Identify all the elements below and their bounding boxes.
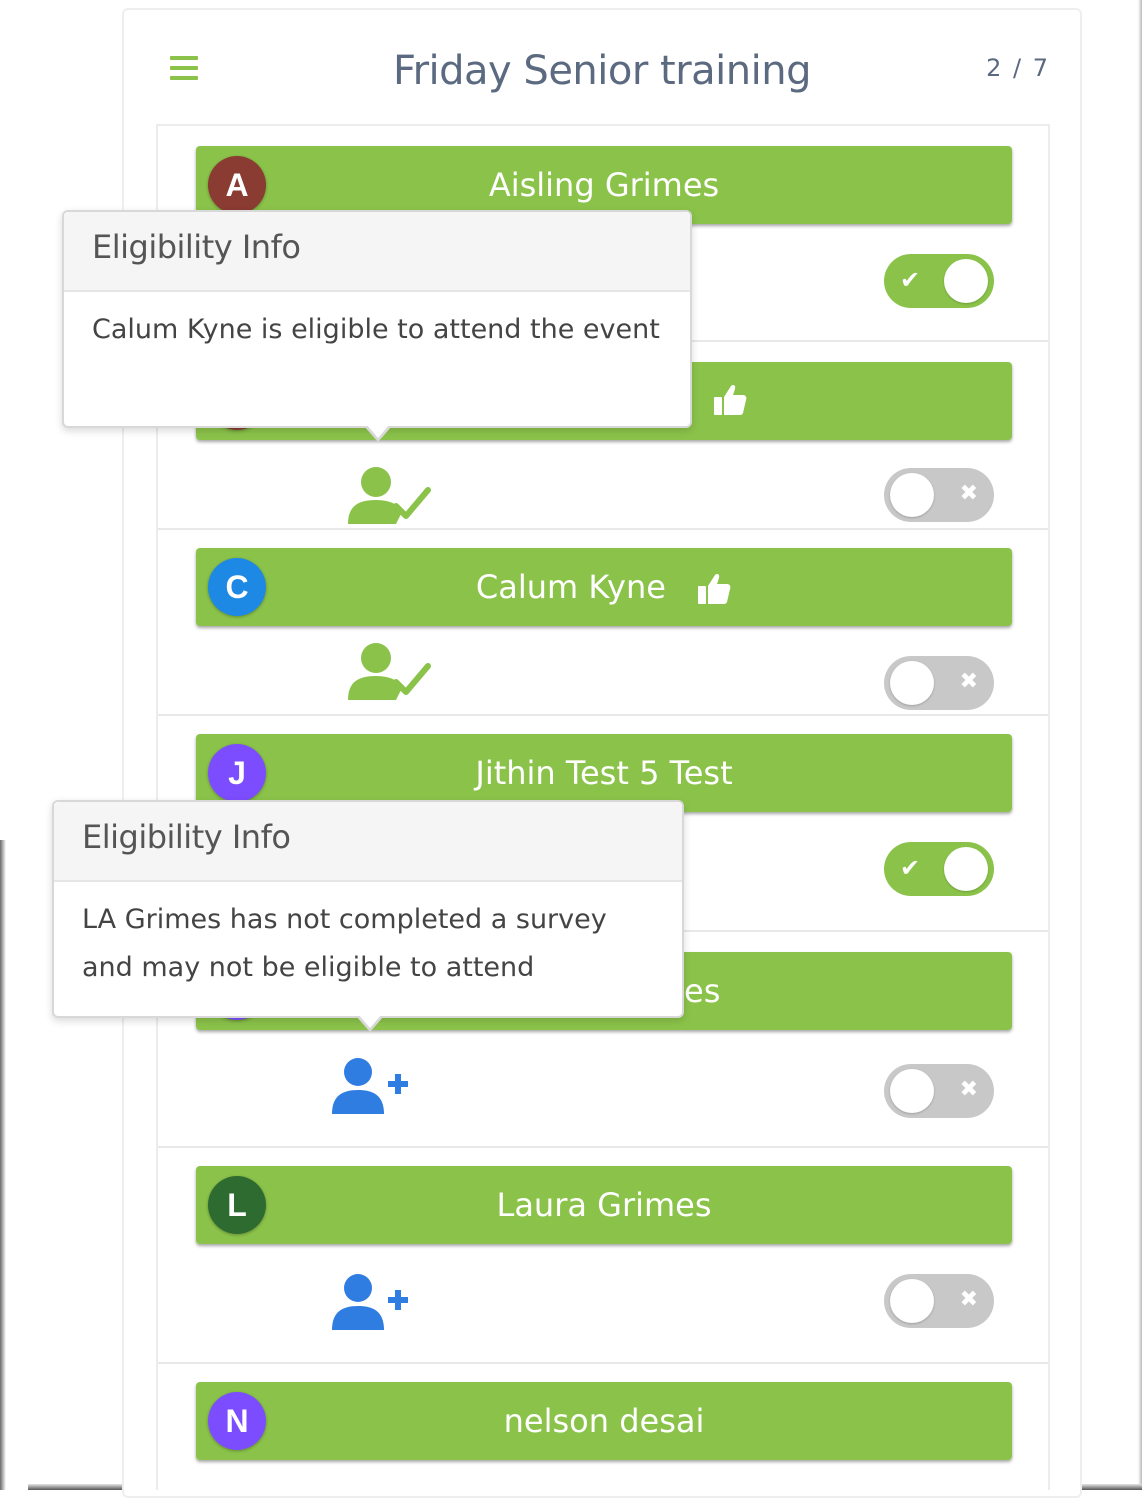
- attendance-toggle[interactable]: ✔: [884, 254, 994, 308]
- check-icon: ✔: [900, 854, 921, 882]
- window-edge-right: [1138, 0, 1142, 1490]
- thumbs-up-icon: [698, 574, 731, 604]
- avatar: L: [208, 1176, 266, 1234]
- toggle-knob: [944, 259, 988, 303]
- attendance-toggle[interactable]: ✔: [884, 842, 994, 896]
- user-check-icon[interactable]: [346, 638, 432, 702]
- tooltip-title: Eligibility Info: [54, 802, 682, 882]
- list-item: N nelson desai: [158, 1364, 1048, 1492]
- attendance-toggle[interactable]: ✖: [884, 1274, 994, 1328]
- member-name: Calum Kyne: [475, 568, 666, 606]
- attendance-toggle[interactable]: ✖: [884, 1064, 994, 1118]
- tooltip-arrow: [364, 424, 392, 442]
- toggle-knob: [890, 1279, 934, 1323]
- page-count: 2 / 7: [986, 54, 1050, 82]
- member-name: es: [684, 972, 721, 1010]
- check-icon: ✔: [900, 266, 921, 294]
- x-icon: ✖: [959, 669, 978, 694]
- list-item: C Calum Kyne ✖: [158, 530, 1048, 716]
- thumbs-up-icon: [714, 385, 747, 415]
- x-icon: ✖: [959, 481, 978, 506]
- member-name: Laura Grimes: [496, 1186, 712, 1224]
- user-plus-icon[interactable]: [332, 1056, 412, 1116]
- tooltip-body: LA Grimes has not completed a survey and…: [82, 904, 607, 983]
- member-name: nelson desai: [503, 1402, 705, 1440]
- event-title: Friday Senior training: [392, 48, 812, 94]
- member-name-bar[interactable]: L Laura Grimes: [196, 1166, 1012, 1244]
- tooltip-body: Calum Kyne is eligible to attend the eve…: [92, 314, 660, 345]
- attendance-toggle[interactable]: ✖: [884, 656, 994, 710]
- x-icon: ✖: [959, 1077, 978, 1102]
- x-icon: ✖: [959, 1287, 978, 1312]
- window-edge-left: [0, 840, 6, 1490]
- member-name-bar[interactable]: N nelson desai: [196, 1382, 1012, 1460]
- member-name: Jithin Test 5 Test: [475, 754, 733, 792]
- member-name-bar[interactable]: C Calum Kyne: [196, 548, 1012, 626]
- avatar: C: [208, 558, 266, 616]
- avatar: A: [208, 156, 266, 214]
- toggle-knob: [890, 473, 934, 517]
- tooltip-title: Eligibility Info: [64, 212, 690, 292]
- list-item: L Laura Grimes ✖: [158, 1148, 1048, 1364]
- eligibility-tooltip: Eligibility Info LA Grimes has not compl…: [52, 800, 684, 1032]
- tooltip-arrow: [356, 1014, 384, 1032]
- avatar: N: [208, 1392, 266, 1450]
- user-check-icon[interactable]: [346, 462, 432, 526]
- eligibility-tooltip: Eligibility Info Calum Kyne is eligible …: [62, 210, 692, 442]
- attendance-toggle[interactable]: ✖: [884, 468, 994, 522]
- toggle-knob: [890, 661, 934, 705]
- member-name: Aisling Grimes: [488, 166, 720, 204]
- toggle-knob: [944, 847, 988, 891]
- toggle-knob: [890, 1069, 934, 1113]
- user-plus-icon[interactable]: [332, 1272, 412, 1332]
- avatar: J: [208, 744, 266, 802]
